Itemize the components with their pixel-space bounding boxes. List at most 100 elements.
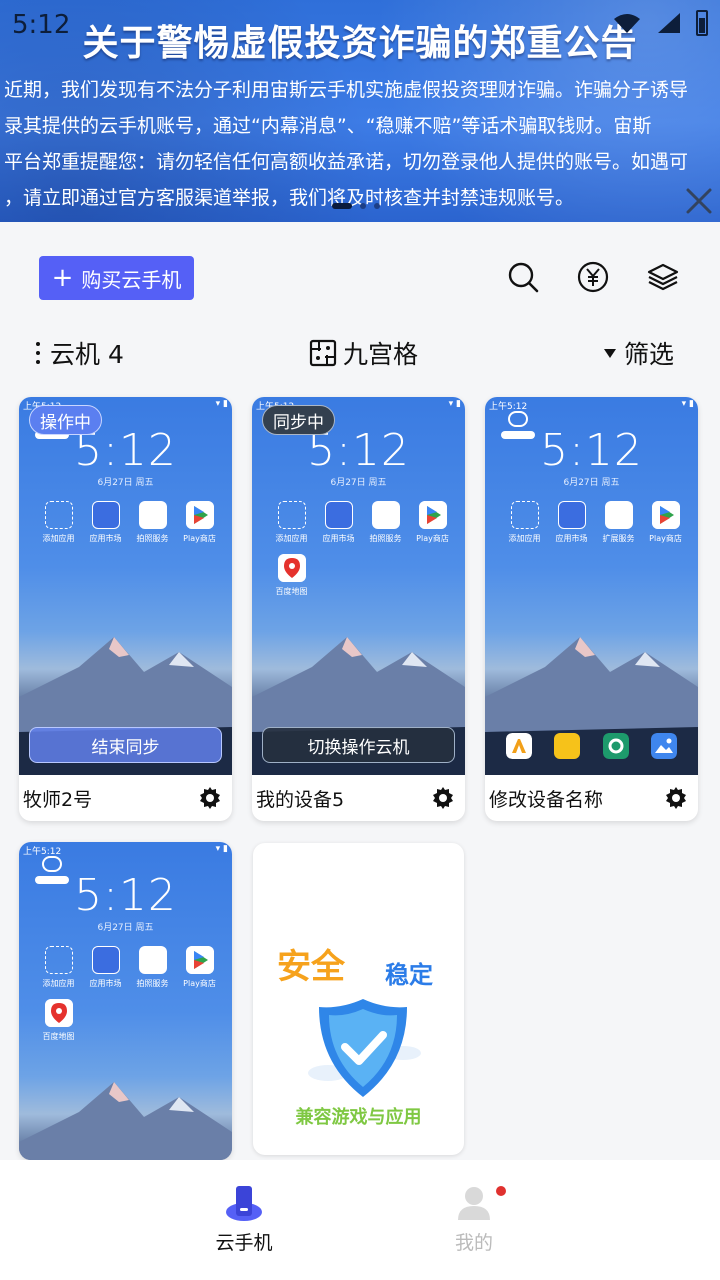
gallery-app-icon bbox=[650, 733, 677, 759]
play-store-icon bbox=[185, 946, 214, 974]
device-card[interactable]: 上午5:12 ▾ ▮ 5:12 6月27日 周五 添加应用 应用市场 扩展服务 P… bbox=[485, 397, 698, 821]
device-screen-preview[interactable]: 上午5:12 ▾ ▮ 5:12 6月27日 周五 添加应用 应用市场 扩展服务 P… bbox=[485, 397, 698, 775]
user-icon bbox=[458, 1187, 490, 1220]
app-grid: 添加应用 应用市场 拍照服务 Play商店 百度地图 bbox=[35, 946, 225, 1042]
app-market: 应用市场 bbox=[315, 501, 362, 544]
card-footer: 修改设备名称 bbox=[485, 775, 698, 821]
banner-line: 录其提供的云手机账号，通过“内幕消息”、“稳赚不赔”等话术骗取钱财。宙斯 bbox=[4, 115, 652, 137]
app-play: Play商店 bbox=[409, 501, 456, 544]
carousel-dot[interactable] bbox=[374, 203, 380, 209]
more-vertical-icon bbox=[36, 342, 40, 364]
settings-app-icon bbox=[602, 733, 629, 759]
signal-icon bbox=[658, 13, 680, 33]
app-market: 应用市场 bbox=[82, 501, 129, 544]
device-name[interactable]: 我的设备5 bbox=[256, 785, 344, 812]
dock bbox=[485, 733, 698, 759]
app-play: Play商店 bbox=[642, 501, 689, 544]
device-screen-preview[interactable]: 上午5:12▾ ▮ 5:12 6月27日 周五 添加应用 应用市场 拍照服务 P… bbox=[252, 397, 465, 775]
triangle-down-icon bbox=[604, 348, 616, 358]
layers-icon[interactable] bbox=[645, 259, 681, 295]
carousel-dot[interactable] bbox=[360, 203, 366, 209]
grid-view-toggle[interactable]: 九宫格 bbox=[309, 334, 418, 372]
promo-stable: 稳定 bbox=[385, 961, 433, 989]
app-service: 拍照服务 bbox=[362, 501, 409, 544]
filter-button[interactable]: 筛选 bbox=[604, 334, 674, 372]
files-app-icon bbox=[554, 733, 581, 759]
buy-cloud-phone-button[interactable]: + 购买云手机 bbox=[39, 256, 194, 300]
service-icon bbox=[371, 501, 400, 529]
baidu-map-icon bbox=[277, 554, 306, 582]
status-icons bbox=[612, 10, 708, 36]
app-add: 添加应用 bbox=[268, 501, 315, 544]
screen-date: 6月27日 周五 bbox=[563, 478, 620, 488]
close-icon[interactable] bbox=[684, 186, 714, 216]
app-add: 添加应用 bbox=[35, 946, 82, 989]
device-card[interactable]: 上午5:12▾ ▮ 5:12 6月27日 周五 添加应用 应用市场 拍照服务 P… bbox=[252, 397, 465, 821]
app-grid: 添加应用 应用市场 扩展服务 Play商店 bbox=[501, 501, 691, 544]
device-name[interactable]: 修改设备名称 bbox=[489, 785, 603, 812]
screen-date: 6月27日 周五 bbox=[330, 478, 387, 488]
service-icon bbox=[138, 946, 167, 974]
app-store-icon bbox=[557, 501, 586, 529]
add-app-icon bbox=[44, 946, 73, 974]
wifi-icon bbox=[614, 14, 640, 33]
app-play: Play商店 bbox=[176, 946, 223, 989]
add-app-icon bbox=[277, 501, 306, 529]
yuan-icon[interactable] bbox=[575, 259, 611, 295]
notification-dot bbox=[496, 1186, 506, 1196]
filter-label: 筛选 bbox=[624, 340, 675, 369]
mini-status-icons: ▾ ▮ bbox=[448, 399, 461, 409]
device-card[interactable]: 上午5:12▾ ▮ 5:12 6月27日 周五 添加应用 应用市场 拍照服务 P… bbox=[19, 397, 232, 821]
announcement-banner[interactable]: 5:12 关于警惕虚假投资诈骗的郑重公告 近期，我们发现有不法分子利用宙斯云手机… bbox=[0, 0, 720, 222]
device-screen-preview[interactable]: 上午5:12▾ ▮ 5:12 6月27日 周五 添加应用 应用市场 拍照服务 P… bbox=[19, 842, 232, 1160]
app-grid: 添加应用 应用市场 拍照服务 Play商店 百度地图 bbox=[268, 501, 458, 597]
promo-safe: 安全 bbox=[277, 947, 345, 987]
banner-text: 近期，我们发现有不法分子利用宙斯云手机实施虚假投资理财诈骗。诈骗分子诱导 录其提… bbox=[0, 72, 720, 216]
service-icon bbox=[604, 501, 633, 529]
card-footer: 牧师2号 bbox=[19, 775, 232, 821]
gear-icon[interactable] bbox=[198, 786, 222, 810]
status-time: 5:12 bbox=[12, 10, 71, 40]
banner-line: 近期，我们发现有不法分子利用宙斯云手机实施虚假投资理财诈骗。诈骗分子诱导 bbox=[4, 79, 689, 101]
mountain-wallpaper bbox=[19, 1082, 232, 1160]
promo-compat: 兼容游戏与应用 bbox=[295, 1107, 422, 1128]
cloud-phone-icon bbox=[226, 1186, 262, 1221]
grid-icon bbox=[309, 339, 337, 367]
app-service: 拍照服务 bbox=[129, 946, 176, 989]
gear-icon[interactable] bbox=[431, 786, 455, 810]
service-icon bbox=[138, 501, 167, 529]
tab-mine[interactable]: 我的 bbox=[414, 1184, 534, 1255]
end-sync-button[interactable]: 结束同步 bbox=[29, 727, 222, 763]
device-count-label: 云机 4 bbox=[50, 340, 124, 369]
mini-status-icons: ▾ ▮ bbox=[215, 399, 228, 409]
search-icon[interactable] bbox=[505, 259, 541, 295]
play-store-icon bbox=[418, 501, 447, 529]
play-store-icon bbox=[651, 501, 680, 529]
mini-status-icons: ▾ ▮ bbox=[215, 844, 228, 854]
gear-icon[interactable] bbox=[664, 786, 688, 810]
app-store-icon bbox=[324, 501, 353, 529]
screen-clock: 5:12 bbox=[540, 425, 643, 476]
switch-device-button[interactable]: 切换操作云机 bbox=[262, 727, 455, 763]
carousel-dot-active[interactable] bbox=[332, 203, 352, 209]
device-name[interactable]: 牧师2号 bbox=[23, 785, 92, 812]
shield-check-icon bbox=[308, 999, 421, 1097]
carousel-dots[interactable] bbox=[332, 203, 380, 209]
device-count[interactable]: 云机 4 bbox=[36, 334, 124, 372]
promo-card[interactable]: 安全 稳定 兼容游戏与应用 bbox=[253, 843, 464, 1155]
device-screen-preview[interactable]: 上午5:12▾ ▮ 5:12 6月27日 周五 添加应用 应用市场 拍照服务 P… bbox=[19, 397, 232, 775]
baidu-map-icon bbox=[44, 999, 73, 1027]
app-map: 百度地图 bbox=[268, 554, 315, 597]
add-app-icon bbox=[44, 501, 73, 529]
mini-status-icons: ▾ ▮ bbox=[681, 399, 694, 409]
app-map: 百度地图 bbox=[35, 999, 82, 1042]
grid-label: 九宫格 bbox=[343, 340, 419, 369]
app-service: 扩展服务 bbox=[595, 501, 642, 544]
device-card[interactable]: 上午5:12▾ ▮ 5:12 6月27日 周五 添加应用 应用市场 拍照服务 P… bbox=[19, 842, 232, 1160]
screen-clock: 5:12 bbox=[74, 870, 177, 921]
tab-cloud-phone[interactable]: 云手机 bbox=[184, 1184, 304, 1255]
app-store-icon bbox=[91, 946, 120, 974]
app-play: Play商店 bbox=[176, 501, 223, 544]
app-add: 添加应用 bbox=[501, 501, 548, 544]
plus-icon: + bbox=[51, 263, 74, 293]
